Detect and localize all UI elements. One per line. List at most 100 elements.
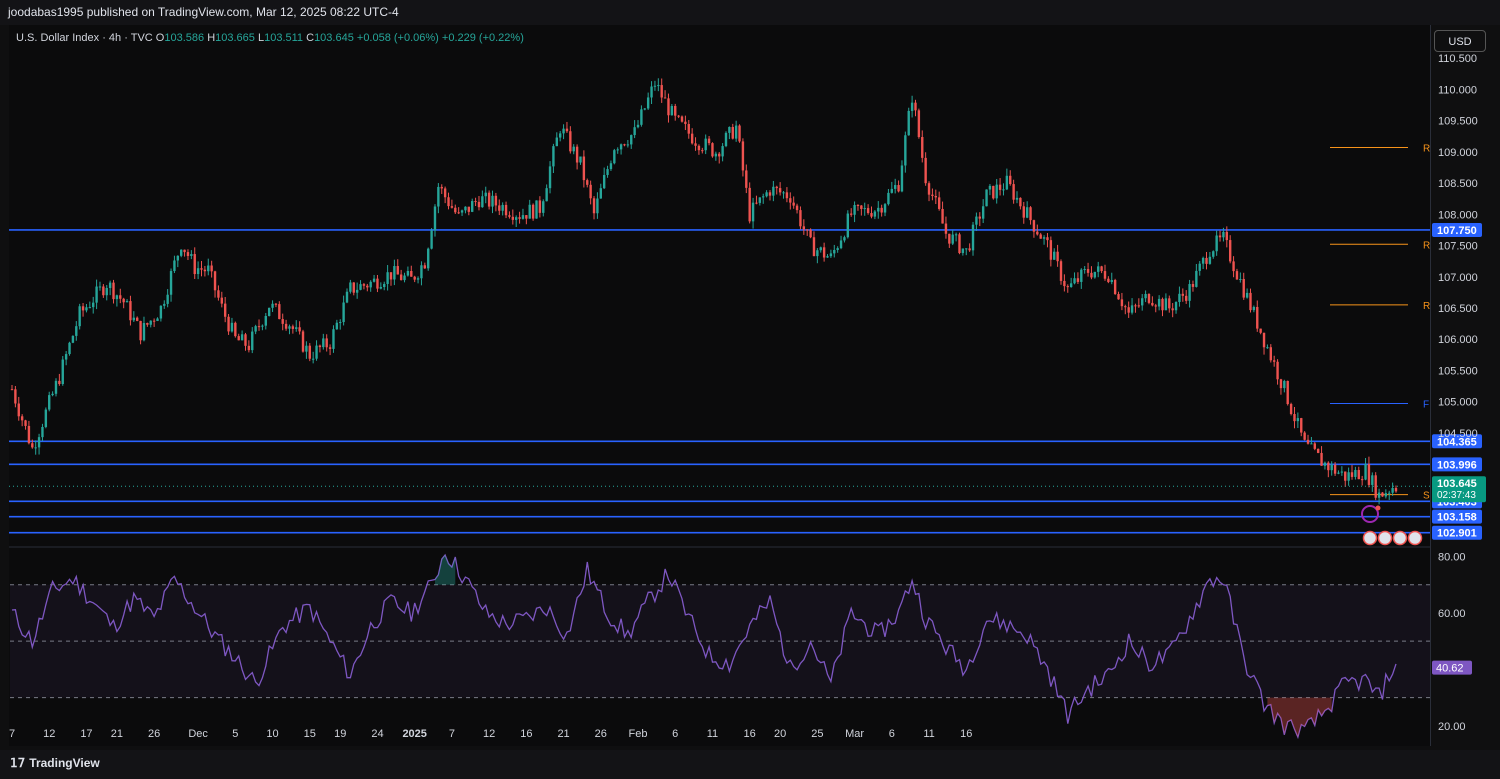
candle-body: [927, 183, 931, 195]
candle-body: [112, 282, 115, 300]
candle-body: [866, 208, 870, 214]
time-tick-label: 11: [707, 728, 718, 740]
candle-body: [558, 133, 562, 138]
candle-body: [531, 204, 535, 219]
close-label: C: [306, 32, 315, 44]
candle-body: [1360, 479, 1364, 481]
level-price-label: 102.901: [1437, 528, 1477, 540]
candle-body: [217, 290, 220, 298]
candle-body: [359, 284, 362, 290]
candle-body: [897, 185, 900, 192]
candle-body: [971, 224, 975, 251]
candle-body: [1330, 464, 1333, 471]
candle-body: [1002, 189, 1005, 191]
candle-body: [1374, 475, 1377, 498]
candle-body: [816, 250, 819, 257]
candle-body: [941, 208, 944, 224]
candle-body: [616, 149, 619, 151]
candle-body: [183, 249, 186, 253]
candle-body: [1394, 488, 1398, 492]
candle-body: [853, 205, 856, 215]
candle-body: [714, 153, 718, 157]
candle-body: [64, 354, 68, 360]
candle-body: [1124, 306, 1127, 308]
time-tick-label: 25: [811, 728, 823, 740]
candle-body: [924, 157, 927, 184]
candle-body: [870, 213, 873, 217]
candle-body: [1320, 452, 1323, 466]
candle-body: [200, 268, 203, 270]
candle-body: [1354, 470, 1357, 477]
candle-body: [643, 108, 646, 110]
candle-body: [1262, 332, 1266, 348]
candle-body: [1059, 261, 1063, 281]
candle-body: [146, 323, 149, 325]
candle-body: [1388, 492, 1391, 494]
candle-body: [555, 137, 559, 147]
countdown-label: 02:37:43: [1437, 490, 1476, 501]
rsi-value-label: 40.62: [1436, 663, 1464, 675]
candle-body: [992, 185, 995, 199]
candle-body: [910, 102, 914, 111]
candle-body: [318, 345, 322, 348]
candle-body: [1337, 472, 1340, 474]
candle-body: [792, 202, 795, 206]
price-tick-label: 104.500: [1438, 428, 1478, 440]
candle-body: [860, 205, 863, 209]
candle-body: [108, 282, 112, 288]
candle-body: [257, 326, 261, 328]
candle-body: [454, 207, 457, 213]
candle-body: [734, 125, 738, 139]
candle-body: [572, 146, 575, 152]
candle-body: [41, 426, 44, 438]
candle-body: [386, 272, 389, 284]
candle-body: [427, 248, 430, 269]
candle-body: [88, 307, 92, 309]
candle-body: [389, 272, 393, 280]
candle-body: [799, 210, 802, 227]
tradingview-logo-icon: 𝟣𝟩: [10, 756, 26, 770]
candle-body: [1222, 231, 1225, 238]
candle-body: [623, 144, 626, 146]
candle-body: [667, 98, 670, 116]
candle-body: [31, 443, 34, 448]
candle-body: [220, 297, 223, 304]
candle-body: [751, 202, 755, 222]
candle-body: [366, 285, 369, 288]
candle-body: [768, 192, 772, 196]
candle-body: [998, 184, 1002, 190]
currency-button[interactable]: USD: [1434, 30, 1486, 52]
candle-body: [1195, 270, 1198, 287]
candle-body: [383, 283, 386, 288]
candle-body: [937, 197, 941, 209]
candle-body: [1110, 280, 1113, 283]
candle-body: [1239, 279, 1242, 281]
candle-body: [1333, 464, 1337, 474]
candle-body: [179, 249, 183, 256]
candle-body: [1283, 380, 1286, 389]
candle-body: [54, 380, 58, 394]
chart-svg[interactable]: 107.750104.365103.996103.403103.158102.9…: [0, 0, 1500, 779]
candle-body: [508, 215, 511, 217]
time-tick-label: 26: [595, 728, 607, 740]
candle-body: [829, 253, 833, 257]
candle-body: [471, 201, 474, 212]
candle-body: [443, 188, 447, 198]
candle-body: [711, 143, 714, 157]
candle-body: [738, 125, 741, 142]
candle-body: [806, 229, 809, 231]
low-value: 103.511: [264, 32, 304, 44]
candle-body: [843, 237, 846, 241]
candle-body: [592, 198, 596, 214]
candle-body: [433, 206, 437, 231]
price-tick-label: 109.500: [1438, 116, 1478, 128]
candle-body: [173, 260, 176, 272]
brand[interactable]: 𝟣𝟩 TradingView: [10, 756, 100, 770]
candle-body: [295, 327, 298, 329]
candle-body: [420, 265, 423, 279]
candle-body: [1130, 305, 1134, 313]
candle-body: [186, 252, 190, 256]
candle-body: [136, 317, 139, 321]
candle-body: [267, 307, 271, 316]
candle-body: [122, 298, 125, 303]
